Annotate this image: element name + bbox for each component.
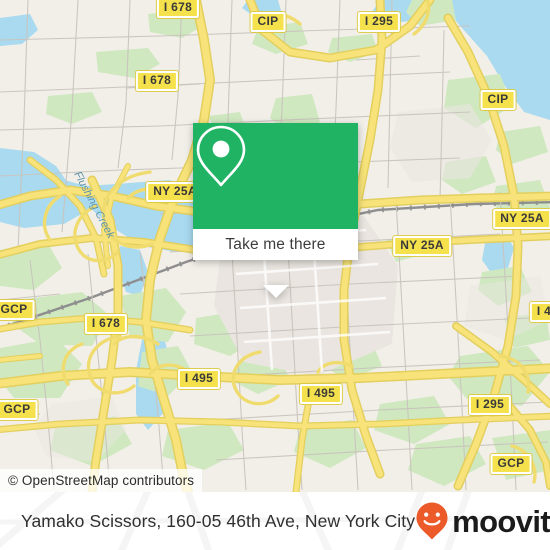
- highway-shield: I 678: [135, 71, 179, 91]
- highway-shield: GCP: [0, 400, 38, 420]
- map-attribution: © OpenStreetMap contributors: [0, 469, 203, 492]
- callout-pointer-tail: [262, 285, 289, 298]
- callout-icon-panel: [193, 123, 358, 229]
- map-canvas[interactable]: I 678 CIP I 295 I 678 CIP NY 25A NY 25A NY 25A G…: [0, 0, 550, 492]
- highway-shield: I 678: [156, 0, 200, 18]
- highway-shield: GCP: [0, 300, 35, 320]
- place-address-label: Yamako Scissors, 160-05 46th Ave, New Yo…: [21, 510, 416, 531]
- highway-shield: I 678: [84, 314, 128, 334]
- callout-action-bar[interactable]: Take me there: [193, 229, 358, 260]
- moovit-pin-smiley-icon: [416, 502, 448, 540]
- highway-shield: NY 25A: [393, 236, 451, 256]
- attribution-text: © OpenStreetMap contributors: [8, 473, 195, 488]
- highway-shield: I 495: [299, 384, 343, 404]
- highway-shield: GCP: [490, 454, 532, 474]
- moovit-wordmark: moovit: [452, 503, 550, 539]
- take-me-there-label: Take me there: [225, 235, 326, 253]
- moovit-logo[interactable]: moovit: [415, 501, 550, 541]
- moovit-map-screenshot: I 678 CIP I 295 I 678 CIP NY 25A NY 25A NY 25A G…: [0, 0, 550, 550]
- highway-shield: CIP: [250, 12, 286, 32]
- highway-shield: I 295: [357, 12, 401, 32]
- highway-shield: I 495: [177, 369, 221, 389]
- highway-shield: NY 25A: [493, 209, 550, 229]
- highway-shield: I 295: [468, 395, 512, 415]
- footer-bar: Yamako Scissors, 160-05 46th Ave, New Yo…: [0, 492, 550, 550]
- highway-shield: CIP: [480, 90, 516, 110]
- location-callout-card[interactable]: Take me there: [193, 123, 358, 298]
- map-pin-icon: [196, 125, 246, 187]
- highway-shield: I 4: [529, 302, 550, 322]
